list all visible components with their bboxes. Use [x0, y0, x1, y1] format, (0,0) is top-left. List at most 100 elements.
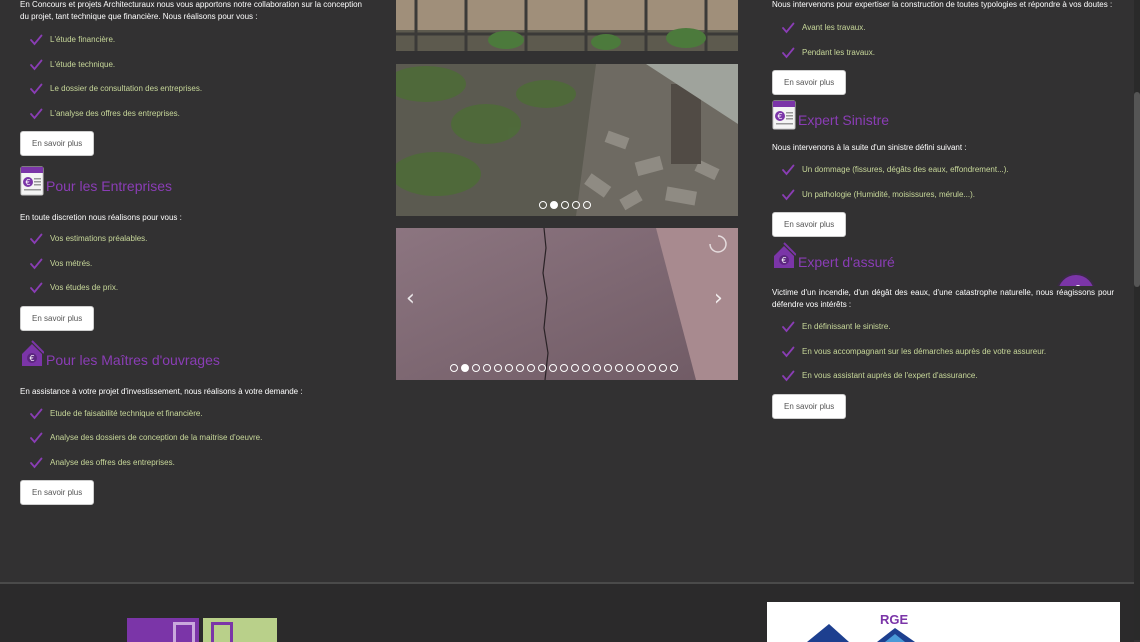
checkmark-icon	[781, 345, 795, 359]
slider-dot[interactable]	[582, 364, 590, 372]
page-scrollbar[interactable]	[1134, 0, 1140, 640]
gallery-image-collapsed-wall	[396, 64, 738, 216]
rge-certification-logo: RGE	[767, 602, 1120, 642]
checkmark-icon	[29, 257, 43, 271]
slider-dot[interactable]	[670, 364, 678, 372]
checkmark-icon	[29, 431, 43, 445]
slider-dot[interactable]	[539, 201, 547, 209]
slider-pagination	[450, 364, 678, 372]
company-logo	[127, 618, 277, 642]
slider-dot[interactable]	[538, 364, 546, 372]
slider-dot[interactable]	[604, 364, 612, 372]
en-savoir-plus-button[interactable]: En savoir plus	[772, 70, 847, 95]
checkmark-icon	[781, 369, 795, 383]
slider-dot[interactable]	[549, 364, 557, 372]
slider-dot[interactable]	[560, 364, 568, 372]
slider-dot[interactable]	[615, 364, 623, 372]
intro-paragraph: En Concours et projets Architecturaux no…	[20, 0, 362, 21]
list-item: En vous assistant auprès de l'expert d'a…	[772, 368, 1114, 393]
slider-dot[interactable]	[450, 364, 458, 372]
checkmark-icon	[29, 33, 43, 47]
section-text: Victime d'un incendie, d'un dégât des ea…	[772, 288, 1114, 309]
slider-dot[interactable]	[505, 364, 513, 372]
section-heading-entreprises: Pour les Entreprises	[20, 162, 362, 196]
en-savoir-plus-button[interactable]: En savoir plus	[20, 305, 95, 331]
section-text: Nous intervenons à la suite d'un sinistr…	[772, 143, 967, 152]
invoice-icon	[772, 100, 796, 130]
list-item: L'analyse des offres des entreprises.	[20, 106, 362, 131]
list-item: Avant les travaux.	[772, 20, 1114, 45]
checkmark-icon	[29, 107, 43, 121]
list-item: Un pathologie (Humidité, moisissures, mé…	[772, 187, 1114, 212]
floating-action-button[interactable]	[1056, 273, 1096, 286]
en-savoir-plus-button[interactable]: En savoir plus	[772, 212, 847, 237]
list-item: L'étude financière.	[20, 32, 362, 57]
slider-dot[interactable]	[461, 364, 469, 372]
checkmark-icon	[781, 21, 795, 35]
slider-dot[interactable]	[637, 364, 645, 372]
slider-dot[interactable]	[472, 364, 480, 372]
section-title: Pour les Maîtres d'ouvrages	[46, 351, 220, 368]
list-item: Vos estimations préalables.	[20, 231, 362, 256]
en-savoir-plus-button[interactable]: En savoir plus	[20, 131, 95, 156]
slider-dot[interactable]	[571, 364, 579, 372]
house-euro-icon	[772, 242, 796, 272]
section-title: Expert d'assuré	[798, 254, 895, 270]
slider-dot[interactable]	[483, 364, 491, 372]
slider-dot[interactable]	[494, 364, 502, 372]
slider-dot[interactable]	[659, 364, 667, 372]
slider-dot[interactable]	[550, 201, 558, 209]
section-heading-assure: Expert d'assuré	[772, 238, 1114, 272]
right-column: Nous intervenons pour expertiser la cons…	[772, 0, 1114, 419]
checkmark-icon	[781, 46, 795, 60]
checkmark-icon	[781, 188, 795, 202]
house-euro-icon	[20, 340, 44, 370]
section-heading-maitres: Pour les Maîtres d'ouvrages	[20, 336, 362, 370]
footer: RGE	[0, 582, 1134, 642]
slider-dot[interactable]	[516, 364, 524, 372]
intro-list: L'étude financière. L'étude technique. L…	[20, 32, 362, 130]
checkmark-icon	[29, 407, 43, 421]
slider-dot[interactable]	[648, 364, 656, 372]
slider-pagination	[539, 201, 591, 209]
checkmark-icon	[29, 456, 43, 470]
list-item: En vous accompagnant sur les démarches a…	[772, 344, 1114, 369]
slider-next-arrow[interactable]: ›	[714, 286, 723, 311]
list-item: Etude de faisabilité technique et financ…	[20, 406, 362, 431]
section-heading-sinistre: Expert Sinistre	[772, 96, 1114, 130]
invoice-icon	[20, 166, 44, 196]
slider-dot[interactable]	[572, 201, 580, 209]
section-title: Pour les Entreprises	[46, 178, 173, 194]
slider-dot[interactable]	[626, 364, 634, 372]
intro-paragraph: Nous intervenons pour expertiser la cons…	[772, 0, 1113, 9]
checkmark-icon	[29, 232, 43, 246]
list-item: Vos études de prix.	[20, 280, 362, 305]
scrollbar-thumb[interactable]	[1134, 92, 1140, 287]
maitres-list: Etude de faisabilité technique et financ…	[20, 406, 362, 480]
list-item: Le dossier de consultation des entrepris…	[20, 81, 362, 106]
en-savoir-plus-button[interactable]: En savoir plus	[20, 480, 95, 505]
gallery-image-cracked-wall: ‹ ›	[396, 228, 738, 380]
list-item: L'étude technique.	[20, 57, 362, 82]
checkmark-icon	[29, 82, 43, 96]
left-column: En Concours et projets Architecturaux no…	[20, 0, 362, 505]
slider-dot[interactable]	[593, 364, 601, 372]
list-item: En définissant le sinistre.	[772, 319, 1114, 344]
checkmark-icon	[29, 281, 43, 295]
checkmark-icon	[29, 58, 43, 72]
gallery-image-fence	[396, 0, 738, 51]
list-item: Analyse des dossiers de conception de la…	[20, 430, 362, 455]
slider-dot[interactable]	[583, 201, 591, 209]
entreprises-list: Vos estimations préalables. Vos métrés. …	[20, 231, 362, 305]
list-item: Vos métrés.	[20, 256, 362, 281]
section-text: En assistance à votre projet d'investiss…	[20, 386, 303, 396]
section-text: En toute discretion nous réalisons pour …	[20, 213, 182, 222]
slider-dot[interactable]	[561, 201, 569, 209]
assure-list: En définissant le sinistre. En vous acco…	[772, 319, 1114, 393]
list-item: Un dommage (fissures, dégâts des eaux, e…	[772, 162, 1114, 187]
slider-dot[interactable]	[527, 364, 535, 372]
slider-prev-arrow[interactable]: ‹	[406, 286, 415, 311]
en-savoir-plus-button[interactable]: En savoir plus	[772, 393, 847, 419]
checkmark-icon	[781, 163, 795, 177]
section-title: Expert Sinistre	[798, 112, 890, 128]
